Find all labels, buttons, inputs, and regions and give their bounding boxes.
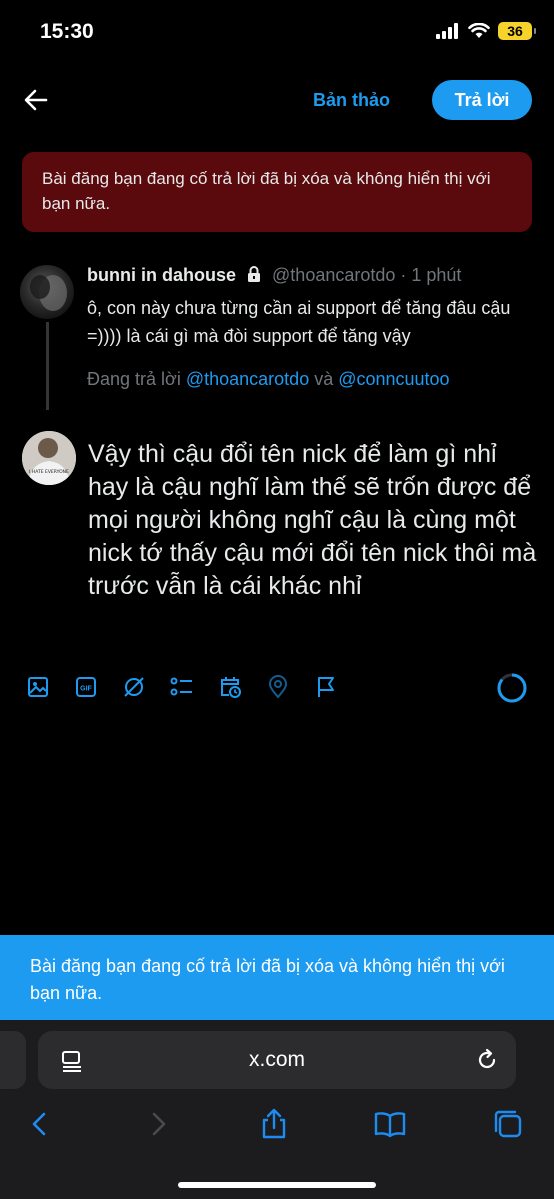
share-icon[interactable] xyxy=(258,1108,290,1140)
author-handle[interactable]: @thoancarotdo xyxy=(272,265,395,285)
flag-icon[interactable] xyxy=(314,675,338,699)
schedule-icon[interactable] xyxy=(218,675,242,699)
tweet-time: 1 phút xyxy=(411,265,462,285)
compose-toolbar: GIF xyxy=(26,675,362,699)
tabs-icon[interactable] xyxy=(492,1108,524,1140)
home-indicator xyxy=(178,1182,376,1188)
poll-icon[interactable] xyxy=(170,675,194,699)
browser-forward-icon[interactable] xyxy=(142,1108,174,1140)
thread-line xyxy=(46,322,49,410)
battery-icon: 36 xyxy=(498,22,536,40)
bookmarks-icon[interactable] xyxy=(374,1108,406,1140)
my-avatar[interactable]: I HATE EVERYONE xyxy=(22,431,76,485)
image-icon[interactable] xyxy=(26,675,50,699)
gif-icon[interactable]: GIF xyxy=(74,675,98,699)
url-text: x.com xyxy=(248,1048,305,1071)
reload-icon[interactable] xyxy=(474,1047,500,1073)
original-author-avatar[interactable] xyxy=(20,265,74,319)
replying-to-line: Đang trả lời @thoancarotdo và @conncuuto… xyxy=(87,369,450,390)
avatar-shirt-text: I HATE EVERYONE xyxy=(29,469,69,475)
drafts-button[interactable]: Bản thảo xyxy=(313,90,390,111)
reply-button[interactable]: Trả lời xyxy=(432,80,532,120)
author-name[interactable]: bunni in dahouse xyxy=(87,265,236,285)
status-icons: 36 xyxy=(436,22,536,40)
original-tweet-header: bunni in dahouse @thoancarotdo · 1 phút xyxy=(87,265,461,286)
browser-back-icon[interactable] xyxy=(24,1108,56,1140)
location-icon[interactable] xyxy=(266,675,290,699)
lock-icon xyxy=(248,266,261,282)
replying-prefix: Đang trả lời xyxy=(87,369,186,389)
original-tweet-text: ô, con này chưa từng cần ai support để t… xyxy=(87,298,511,346)
deleted-post-toast: Bài đăng bạn đang cố trả lời đã bị xóa v… xyxy=(0,935,554,1020)
battery-level: 36 xyxy=(507,23,523,39)
signal-icon xyxy=(436,23,458,39)
back-arrow-icon[interactable] xyxy=(22,86,50,114)
gif-label: GIF xyxy=(80,686,92,693)
grok-icon[interactable] xyxy=(122,675,146,699)
compose-textarea[interactable]: Vậy thì cậu đổi tên nick để làm gì nhỉ h… xyxy=(88,438,538,603)
character-count-ring xyxy=(497,673,527,703)
deleted-post-banner: Bài đăng bạn đang cố trả lời đã bị xóa v… xyxy=(22,152,532,232)
wifi-icon xyxy=(468,23,490,38)
dot-separator: · xyxy=(395,265,412,285)
status-time: 15:30 xyxy=(40,20,94,43)
mention-link[interactable]: @conncuutoo xyxy=(338,369,449,389)
mention-join: và xyxy=(309,369,339,389)
mention-link[interactable]: @thoancarotdo xyxy=(186,369,309,389)
